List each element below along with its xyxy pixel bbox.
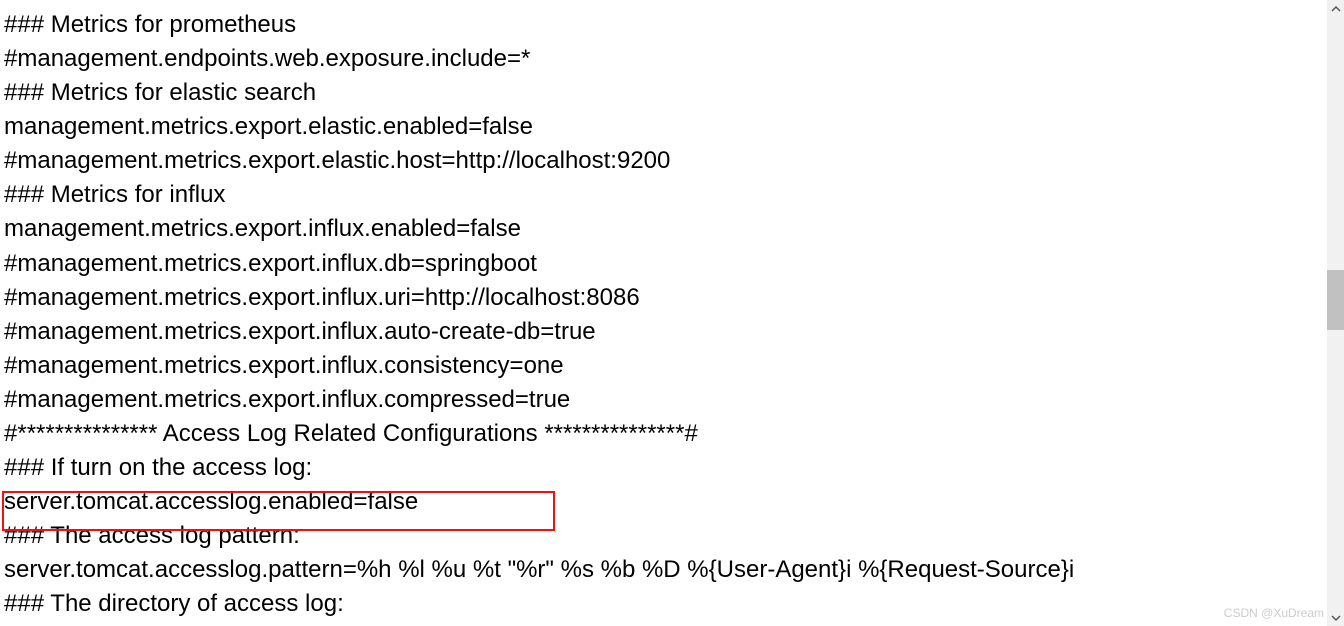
config-line: #management.metrics.export.elastic.host=… bbox=[4, 144, 1340, 178]
config-line: ### Metrics for elastic search bbox=[4, 76, 1340, 110]
config-line: #management.metrics.export.influx.consis… bbox=[4, 349, 1340, 383]
config-line: #management.endpoints.web.exposure.inclu… bbox=[4, 42, 1340, 76]
config-line: ### If turn on the access log: bbox=[4, 451, 1340, 485]
config-line: ### Metrics for prometheus bbox=[4, 8, 1340, 42]
watermark-text: CSDN @XuDream bbox=[1224, 606, 1324, 620]
scroll-up-icon[interactable] bbox=[1327, 0, 1344, 17]
config-line: ### Metrics for influx bbox=[4, 178, 1340, 212]
config-line: server.tomcat.accesslog.pattern=%h %l %u… bbox=[4, 553, 1340, 587]
config-line: #management.metrics.export.influx.uri=ht… bbox=[4, 281, 1340, 315]
config-line: #*************** Access Log Related Conf… bbox=[4, 417, 1340, 451]
scrollbar-track[interactable] bbox=[1327, 0, 1344, 626]
scrollbar-thumb[interactable] bbox=[1327, 270, 1344, 330]
config-line: management.metrics.export.elastic.enable… bbox=[4, 110, 1340, 144]
config-line: server.tomcat.accesslog.enabled=false bbox=[4, 485, 1340, 519]
config-line: #management.metrics.export.influx.compre… bbox=[4, 383, 1340, 417]
config-text-block: ### Metrics for prometheus #management.e… bbox=[0, 0, 1344, 625]
config-line: ### The access log pattern: bbox=[4, 519, 1340, 553]
config-line: #management.metrics.export.influx.auto-c… bbox=[4, 315, 1340, 349]
scroll-down-icon[interactable] bbox=[1327, 609, 1344, 626]
config-line: #management.metrics.export.influx.db=spr… bbox=[4, 247, 1340, 281]
config-line: ### The directory of access log: bbox=[4, 587, 1340, 621]
config-line: management.metrics.export.influx.enabled… bbox=[4, 212, 1340, 246]
